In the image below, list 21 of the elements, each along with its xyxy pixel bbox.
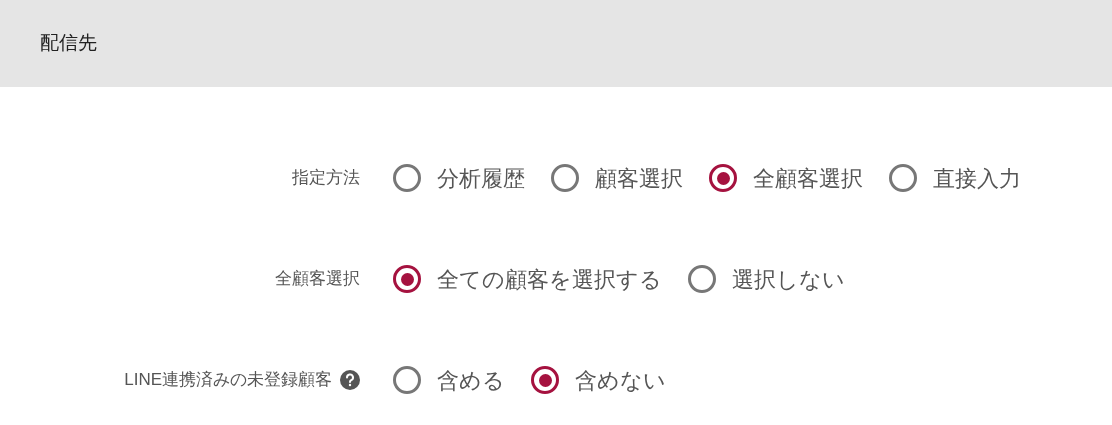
help-icon[interactable] [340, 370, 360, 390]
radio-option[interactable]: 顧客選択 [551, 161, 683, 195]
radio-button[interactable] [889, 164, 917, 192]
radio-button[interactable] [393, 265, 421, 293]
radio-option[interactable]: 全顧客選択 [709, 161, 863, 195]
radio-button[interactable] [393, 164, 421, 192]
radio-option[interactable]: 直接入力 [889, 161, 1021, 195]
radio-option[interactable]: 含める [393, 363, 505, 397]
radio-option[interactable]: 全ての顧客を選択する [393, 262, 662, 296]
field-label: LINE連携済みの未登録顧客 [124, 369, 332, 392]
radio-option[interactable]: 分析履歴 [393, 161, 525, 195]
radio-button[interactable] [531, 366, 559, 394]
radio-button[interactable] [688, 265, 716, 293]
radio-button[interactable] [551, 164, 579, 192]
radio-button[interactable] [709, 164, 737, 192]
radio-option[interactable]: 選択しない [688, 262, 845, 296]
radio-option[interactable]: 含めない [531, 363, 666, 397]
radio-button[interactable] [393, 366, 421, 394]
field-label: 全顧客選択 [275, 268, 360, 291]
field-label: 指定方法 [292, 167, 360, 190]
section-title: 配信先 [40, 31, 97, 56]
